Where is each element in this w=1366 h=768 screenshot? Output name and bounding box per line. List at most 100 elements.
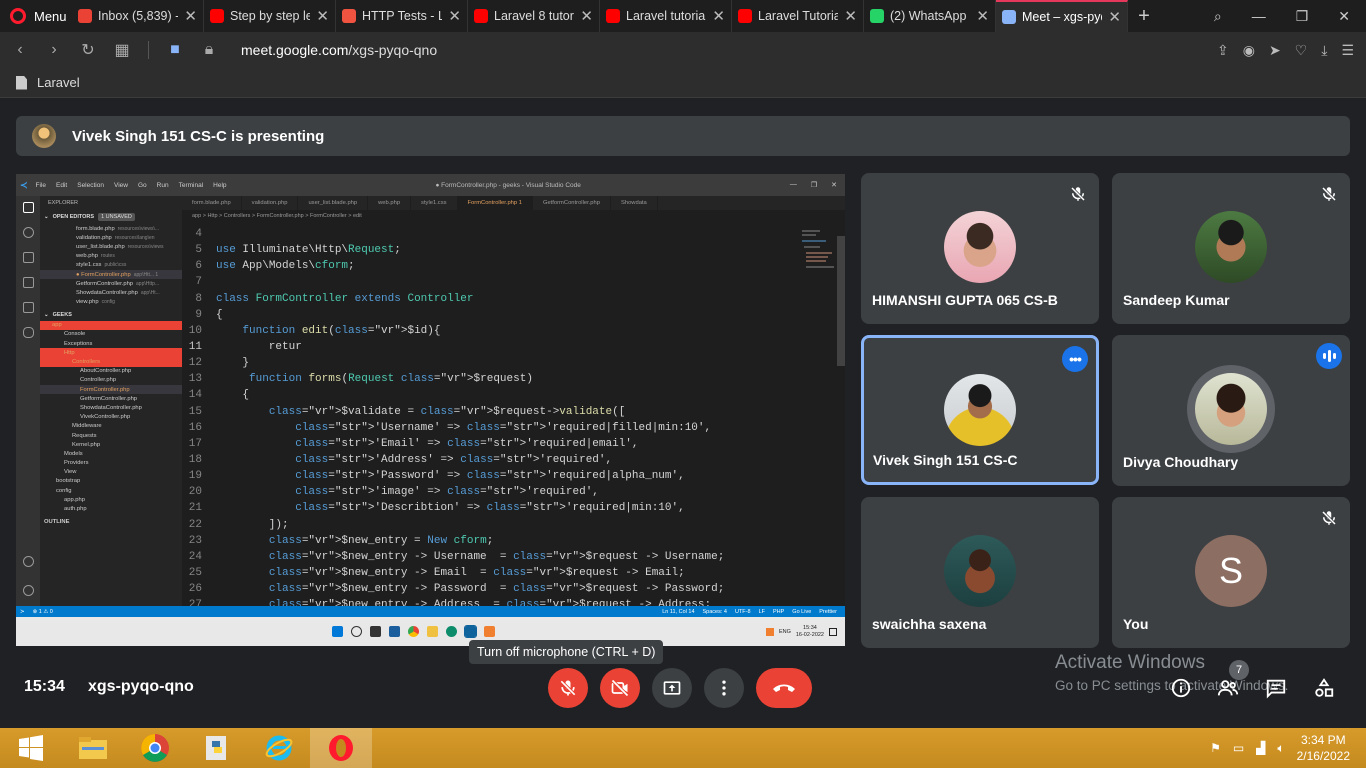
participant-tile[interactable]: Sandeep Kumar: [1112, 173, 1350, 324]
more-options-icon[interactable]: •••: [1062, 346, 1088, 372]
back-icon[interactable]: ‹: [12, 41, 28, 59]
minimap[interactable]: [800, 226, 840, 286]
taskbar-internet-explorer[interactable]: [248, 728, 310, 768]
project-header[interactable]: ⌄ GEEKS: [40, 309, 182, 321]
problems-status[interactable]: ⊗ 1 ⚠ 0: [33, 609, 53, 615]
editor-tab[interactable]: web.php: [368, 196, 412, 210]
browser-tab[interactable]: (2) WhatsApp ✕: [864, 0, 996, 32]
editor-tab[interactable]: Showdata: [611, 196, 658, 210]
editor-tab[interactable]: style1.css: [411, 196, 458, 210]
search-icon[interactable]: [22, 227, 34, 238]
network-icon[interactable]: ▟: [1256, 741, 1265, 755]
participant-tile[interactable]: HIMANSHI GUPTA 065 CS-B: [861, 173, 1099, 324]
browser-tab[interactable]: Laravel 8 tutori ✕: [468, 0, 600, 32]
browser-tab[interactable]: Step by step le ✕: [204, 0, 336, 32]
tree-file[interactable]: VivekController.php: [40, 413, 182, 422]
code-area[interactable]: 4 5 use Illuminate\Http\Request; 6 use App\M…: [182, 226, 802, 611]
source-control-icon[interactable]: [22, 252, 34, 263]
breadcrumbs[interactable]: app > Http > Controllers > FormControlle…: [182, 210, 845, 222]
editor-tab[interactable]: GetformController.php: [533, 196, 611, 210]
editor-tab[interactable]: FormController.php 1: [457, 196, 533, 210]
tree-folder[interactable]: View: [40, 468, 182, 477]
tree-file[interactable]: AboutController.php: [40, 367, 182, 376]
heart-icon[interactable]: ♡: [1295, 42, 1308, 59]
taskbar-python[interactable]: [186, 728, 248, 768]
tree-file[interactable]: FormController.php: [40, 385, 182, 395]
browser-tab[interactable]: Inbox (5,839) - ✕: [72, 0, 204, 32]
vscode-menu-item[interactable]: View: [114, 182, 128, 189]
open-editor-item[interactable]: web.php routes: [40, 252, 182, 261]
editor-scrollbar[interactable]: [837, 236, 845, 366]
meeting-details-icon[interactable]: [1169, 677, 1193, 699]
status-item[interactable]: UTF-8: [735, 609, 751, 615]
status-item[interactable]: Spaces: 4: [703, 609, 727, 615]
vscode-menu-item[interactable]: Edit: [56, 182, 67, 189]
tab-close-icon[interactable]: ✕: [580, 7, 593, 25]
account-icon[interactable]: [22, 556, 34, 567]
tree-folder[interactable]: config: [40, 486, 182, 495]
browser-tab[interactable]: Laravel Tutorial ✕: [732, 0, 864, 32]
forward-icon[interactable]: ›: [46, 41, 62, 59]
tree-file[interactable]: Controller.php: [40, 376, 182, 385]
tree-folder[interactable]: Exceptions: [40, 339, 182, 348]
status-item[interactable]: Ln 11, Col 14: [662, 609, 694, 615]
leave-call-button[interactable]: [756, 668, 812, 708]
open-editor-item[interactable]: view.php config: [40, 298, 182, 307]
tree-folder[interactable]: Controllers: [40, 357, 182, 367]
settings-gear-icon[interactable]: [22, 585, 34, 596]
battery-icon[interactable]: ▭: [1233, 741, 1244, 755]
open-editor-item[interactable]: style1.css public\css: [40, 261, 182, 270]
tree-file[interactable]: GetformController.php: [40, 394, 182, 403]
editor-tab[interactable]: form.blade.php: [182, 196, 242, 210]
chat-icon[interactable]: [1264, 677, 1288, 699]
flag-icon[interactable]: ⚑: [1210, 741, 1221, 755]
camera-icon[interactable]: ■: [167, 41, 183, 59]
snapshot-icon[interactable]: ◉: [1243, 42, 1255, 59]
explorer-icon[interactable]: [22, 202, 34, 213]
vscode-menu-item[interactable]: File: [36, 182, 46, 189]
tab-close-icon[interactable]: ✕: [448, 7, 461, 25]
download-icon[interactable]: ⤓: [1321, 42, 1327, 59]
vscode-menu-item[interactable]: Run: [157, 182, 169, 189]
open-editor-item[interactable]: validation.php resources\lang\en: [40, 233, 182, 242]
reload-icon[interactable]: ↻: [80, 40, 96, 60]
more-options-button[interactable]: [704, 668, 744, 708]
tree-folder[interactable]: bootstrap: [40, 477, 182, 486]
tree-file[interactable]: ShowdataController.php: [40, 403, 182, 412]
taskbar-file-explorer[interactable]: [62, 728, 124, 768]
camera-toggle-button[interactable]: [600, 668, 640, 708]
send-icon[interactable]: ➤: [1269, 42, 1281, 59]
easy-setup-icon[interactable]: ☰: [1341, 42, 1354, 59]
new-tab-button[interactable]: +: [1128, 0, 1160, 32]
tree-file[interactable]: auth.php: [40, 504, 182, 513]
editor-tab[interactable]: user_list.blade.php: [298, 196, 369, 210]
opera-menu-button[interactable]: Menu: [0, 0, 72, 32]
tree-folder[interactable]: Console: [40, 330, 182, 339]
tree-folder[interactable]: Providers: [40, 459, 182, 468]
tab-close-icon[interactable]: ✕: [1108, 8, 1121, 26]
close-window-icon[interactable]: ✕: [1338, 8, 1350, 25]
volume-icon[interactable]: 🔈︎: [1277, 741, 1284, 756]
tree-file[interactable]: Kernel.php: [40, 440, 182, 449]
participant-tile-speaking[interactable]: Divya Choudhary: [1112, 335, 1350, 486]
search-icon[interactable]: ⌕: [1214, 8, 1222, 25]
bookmark-laravel[interactable]: Laravel: [37, 75, 80, 90]
activities-icon[interactable]: [1312, 677, 1336, 699]
extensions-icon[interactable]: [22, 302, 34, 313]
open-editors-header[interactable]: ⌄ OPEN EDITORS 1 UNSAVED: [40, 210, 182, 224]
microphone-toggle-button[interactable]: [548, 668, 588, 708]
tab-close-icon[interactable]: ✕: [844, 7, 857, 25]
meeting-code[interactable]: xgs-pyqo-qno: [88, 678, 194, 696]
people-icon[interactable]: [1216, 677, 1240, 699]
open-editor-item[interactable]: user_list.blade.php resources\views: [40, 242, 182, 251]
tab-close-icon[interactable]: ✕: [976, 7, 989, 25]
status-item[interactable]: PHP: [773, 609, 784, 615]
speed-dial-icon[interactable]: ▦: [114, 40, 130, 60]
system-clock[interactable]: 3:34 PM 2/16/2022: [1297, 732, 1350, 764]
tree-folder[interactable]: OUTLINE: [40, 518, 182, 527]
tree-folder[interactable]: Middleware: [40, 422, 182, 431]
start-button[interactable]: [0, 728, 62, 768]
browser-tab[interactable]: Laravel tutorial ✕: [600, 0, 732, 32]
minimize-icon[interactable]: —: [1252, 8, 1266, 24]
share-icon[interactable]: ⇪: [1217, 42, 1229, 59]
